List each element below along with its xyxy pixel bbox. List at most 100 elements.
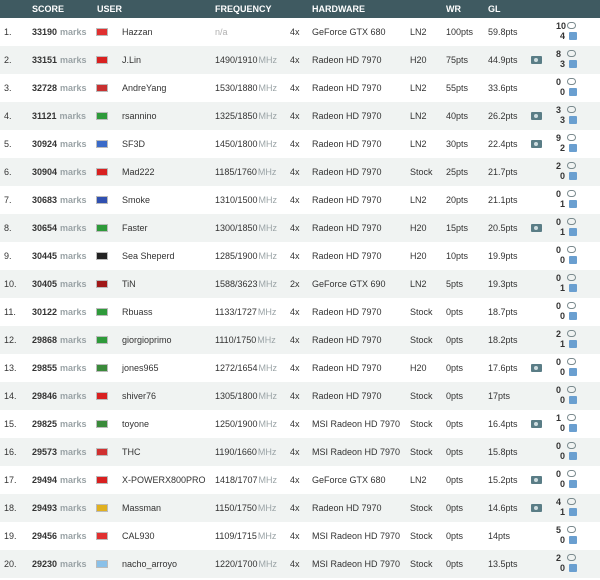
hardware-link[interactable]: GeForce GTX 680 — [312, 27, 386, 37]
score[interactable]: 29855 marks — [32, 363, 87, 373]
comment-icon[interactable] — [567, 78, 576, 85]
header-hardware[interactable]: HARDWARE — [312, 4, 365, 14]
hardware-link[interactable]: Radeon HD 7970 — [312, 335, 382, 345]
user-link[interactable]: jones965 — [122, 363, 159, 373]
camera-icon[interactable] — [531, 224, 542, 232]
score[interactable]: 29573 marks — [32, 447, 87, 457]
comment-icon[interactable] — [567, 22, 576, 29]
table-row[interactable]: 6. 30904 marks Mad222 1185/1760MHz 4x Radeon H… — [0, 158, 600, 186]
header-gl[interactable]: GL — [488, 4, 501, 14]
comment-icon[interactable] — [567, 386, 576, 393]
camera-icon[interactable] — [531, 112, 542, 120]
thumbs-up-icon[interactable] — [569, 172, 577, 180]
table-row[interactable]: 14. 29846 marks shiver76 1305/1800MHz 4x Radeo… — [0, 382, 600, 410]
user-link[interactable]: shiver76 — [122, 391, 156, 401]
hardware-link[interactable]: Radeon HD 7970 — [312, 307, 382, 317]
thumbs-up-icon[interactable] — [569, 424, 577, 432]
thumbs-up-icon[interactable] — [569, 284, 577, 292]
thumbs-up-icon[interactable] — [569, 144, 577, 152]
table-row[interactable]: 19. 29456 marks CAL930 1109/1715MHz 4x MSI Rad… — [0, 522, 600, 550]
user-link[interactable]: Mad222 — [122, 167, 155, 177]
comment-icon[interactable] — [567, 162, 576, 169]
user-link[interactable]: J.Lin — [122, 55, 141, 65]
table-row[interactable]: 9. 30445 marks Sea Sheperd 1285/1900MHz 4x Rad… — [0, 242, 600, 270]
score[interactable]: 29846 marks — [32, 391, 87, 401]
thumbs-up-icon[interactable] — [569, 396, 577, 404]
comment-icon[interactable] — [567, 218, 576, 225]
table-row[interactable]: 2. 33151 marks J.Lin 1490/1910MHz 4x Radeon HD… — [0, 46, 600, 74]
thumbs-up-icon[interactable] — [569, 368, 577, 376]
table-row[interactable]: 13. 29855 marks jones965 1272/1654MHz 4x Radeo… — [0, 354, 600, 382]
score[interactable]: 33190 marks — [32, 27, 87, 37]
thumbs-up-icon[interactable] — [569, 88, 577, 96]
hardware-link[interactable]: MSI Radeon HD 7970 — [312, 559, 400, 569]
hardware-link[interactable]: Radeon HD 7970 — [312, 391, 382, 401]
camera-icon[interactable] — [531, 56, 542, 64]
user-link[interactable]: TiN — [122, 279, 136, 289]
thumbs-up-icon[interactable] — [569, 480, 577, 488]
comment-icon[interactable] — [567, 358, 576, 365]
score[interactable]: 29494 marks — [32, 475, 87, 485]
hardware-link[interactable]: Radeon HD 7970 — [312, 363, 382, 373]
table-row[interactable]: 8. 30654 marks Faster 1300/1850MHz 4x Radeon H… — [0, 214, 600, 242]
comment-icon[interactable] — [567, 50, 576, 57]
user-link[interactable]: CAL930 — [122, 531, 155, 541]
user-link[interactable]: Smoke — [122, 195, 150, 205]
table-row[interactable]: 20. 29230 marks nacho_arroyo 1220/1700MHz 4x M… — [0, 550, 600, 578]
hardware-link[interactable]: Radeon HD 7970 — [312, 167, 382, 177]
thumbs-up-icon[interactable] — [569, 116, 577, 124]
comment-icon[interactable] — [567, 106, 576, 113]
user-link[interactable]: toyone — [122, 419, 149, 429]
hardware-link[interactable]: Radeon HD 7970 — [312, 55, 382, 65]
score[interactable]: 30904 marks — [32, 167, 87, 177]
hardware-link[interactable]: GeForce GTX 680 — [312, 475, 386, 485]
thumbs-up-icon[interactable] — [569, 340, 577, 348]
header-wr[interactable]: WR — [446, 4, 461, 14]
score[interactable]: 29493 marks — [32, 503, 87, 513]
table-row[interactable]: 16. 29573 marks THC 1190/1660MHz 4x MSI Radeon… — [0, 438, 600, 466]
score[interactable]: 29456 marks — [32, 531, 87, 541]
user-link[interactable]: Faster — [122, 223, 148, 233]
comment-icon[interactable] — [567, 274, 576, 281]
user-link[interactable]: Sea Sheperd — [122, 251, 175, 261]
comment-icon[interactable] — [567, 498, 576, 505]
table-row[interactable]: 3. 32728 marks AndreYang 1530/1880MHz 4x Radeo… — [0, 74, 600, 102]
table-row[interactable]: 12. 29868 marks giorgioprimo 1110/1750MHz 4x R… — [0, 326, 600, 354]
thumbs-up-icon[interactable] — [569, 564, 577, 572]
thumbs-up-icon[interactable] — [569, 32, 577, 40]
hardware-link[interactable]: Radeon HD 7970 — [312, 503, 382, 513]
comment-icon[interactable] — [567, 302, 576, 309]
comment-icon[interactable] — [567, 554, 576, 561]
comment-icon[interactable] — [567, 246, 576, 253]
table-row[interactable]: 15. 29825 marks toyone 1250/1900MHz 4x MSI Rad… — [0, 410, 600, 438]
table-row[interactable]: 10. 30405 marks TiN 1588/3623MHz 2x GeForce GT… — [0, 270, 600, 298]
table-row[interactable]: 18. 29493 marks Massman 1150/1750MHz 4x Radeon… — [0, 494, 600, 522]
score[interactable]: 29868 marks — [32, 335, 87, 345]
user-link[interactable]: rsannino — [122, 111, 157, 121]
user-link[interactable]: Hazzan — [122, 27, 153, 37]
comment-icon[interactable] — [567, 470, 576, 477]
user-link[interactable]: giorgioprimo — [122, 335, 172, 345]
hardware-link[interactable]: MSI Radeon HD 7970 — [312, 419, 400, 429]
user-link[interactable]: THC — [122, 447, 141, 457]
user-link[interactable]: nacho_arroyo — [122, 559, 177, 569]
thumbs-up-icon[interactable] — [569, 312, 577, 320]
camera-icon[interactable] — [531, 420, 542, 428]
header-user[interactable]: USER — [97, 4, 122, 14]
table-row[interactable]: 7. 30683 marks Smoke 1310/1500MHz 4x Radeon HD… — [0, 186, 600, 214]
score[interactable]: 30924 marks — [32, 139, 87, 149]
hardware-link[interactable]: GeForce GTX 690 — [312, 279, 386, 289]
comment-icon[interactable] — [567, 526, 576, 533]
camera-icon[interactable] — [531, 140, 542, 148]
comment-icon[interactable] — [567, 414, 576, 421]
camera-icon[interactable] — [531, 364, 542, 372]
table-row[interactable]: 17. 29494 marks X-POWERX800PRO 1418/1707MHz 4… — [0, 466, 600, 494]
header-frequency[interactable]: FREQUENCY — [215, 4, 272, 14]
thumbs-up-icon[interactable] — [569, 452, 577, 460]
table-row[interactable]: 1. 33190 marks Hazzan n/a 4x GeForce GTX 680 LN… — [0, 18, 600, 46]
comment-icon[interactable] — [567, 190, 576, 197]
thumbs-up-icon[interactable] — [569, 228, 577, 236]
hardware-link[interactable]: Radeon HD 7970 — [312, 195, 382, 205]
user-link[interactable]: SF3D — [122, 139, 145, 149]
camera-icon[interactable] — [531, 476, 542, 484]
